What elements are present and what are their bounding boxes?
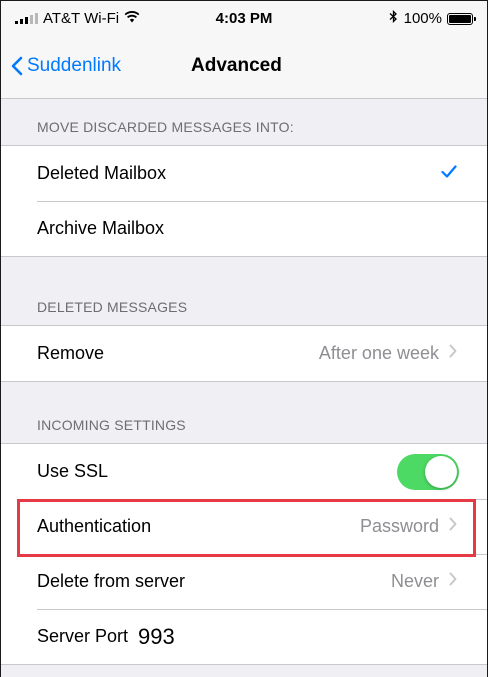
remove-value: After one week xyxy=(318,343,439,363)
use-ssl-label: Use SSL xyxy=(37,461,109,481)
page-title: Advanced xyxy=(191,55,282,76)
use-ssl-row: Use SSL xyxy=(1,444,487,499)
remove-row[interactable]: Remove After one week xyxy=(1,326,487,381)
chevron-right-icon xyxy=(449,517,457,536)
section-header-incoming-settings: INCOMING SETTINGS xyxy=(37,417,186,433)
move-discarded-group: Deleted Mailbox Archive Mailbox xyxy=(1,145,487,257)
chevron-left-icon xyxy=(11,56,23,76)
bluetooth-icon xyxy=(389,9,398,27)
delete-from-server-value: Never xyxy=(390,571,439,591)
incoming-settings-group: Use SSL Authentication Password Delete f… xyxy=(1,443,487,665)
battery-icon xyxy=(447,12,476,25)
section-header-move-discarded: MOVE DISCARDED MESSAGES INTO: xyxy=(37,119,294,135)
chevron-right-icon xyxy=(449,572,457,591)
authentication-label: Authentication xyxy=(37,516,152,536)
authentication-row[interactable]: Authentication Password xyxy=(1,499,487,554)
battery-percent: 100% xyxy=(403,10,442,27)
status-bar: AT&T Wi-Fi 4:03 PM 100% xyxy=(1,1,487,35)
delete-from-server-row[interactable]: Delete from server Never xyxy=(1,554,487,609)
navigation-bar: Suddenlink Advanced xyxy=(1,35,487,99)
toggle-knob xyxy=(425,455,457,488)
status-right: 100% xyxy=(389,9,476,27)
back-button[interactable]: Suddenlink xyxy=(11,55,121,77)
chevron-right-icon xyxy=(449,344,457,363)
server-port-input[interactable]: 993 xyxy=(138,624,175,650)
archive-mailbox-label: Archive Mailbox xyxy=(37,218,165,238)
authentication-value: Password xyxy=(359,516,439,536)
delete-from-server-label: Delete from server xyxy=(37,571,186,591)
server-port-label: Server Port xyxy=(37,626,129,646)
back-label: Suddenlink xyxy=(27,55,122,76)
option-deleted-mailbox[interactable]: Deleted Mailbox xyxy=(1,146,487,201)
option-archive-mailbox[interactable]: Archive Mailbox xyxy=(1,201,487,256)
section-header-deleted-messages: DELETED MESSAGES xyxy=(37,299,188,315)
remove-label: Remove xyxy=(37,343,105,363)
deleted-messages-group: Remove After one week xyxy=(1,325,487,382)
use-ssl-toggle[interactable] xyxy=(397,453,459,490)
phone-screen: AT&T Wi-Fi 4:03 PM 100% Suddenlink Advan… xyxy=(0,0,488,677)
deleted-mailbox-label: Deleted Mailbox xyxy=(37,163,167,183)
checkmark-icon xyxy=(441,164,457,183)
server-port-row[interactable]: Server Port 993 xyxy=(1,609,487,664)
